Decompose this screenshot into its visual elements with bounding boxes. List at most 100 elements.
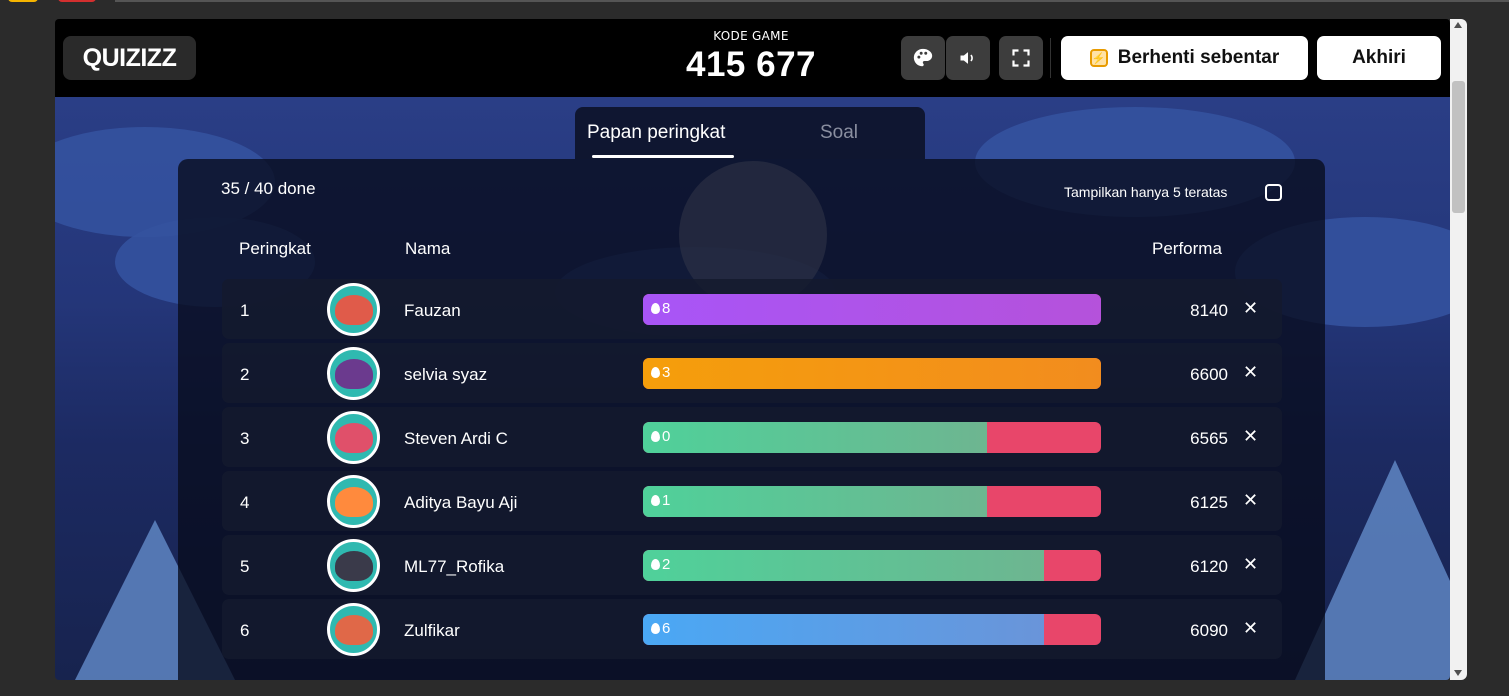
player-avatar bbox=[327, 475, 380, 528]
top-bar: QUIZIZZ KODE GAME 415 677 ⚡ Berhenti seb… bbox=[55, 19, 1450, 97]
streak-label: 8 bbox=[651, 300, 670, 317]
player-score: 6120 bbox=[1190, 557, 1228, 576]
player-avatar bbox=[327, 539, 380, 592]
performance-bar-fill bbox=[643, 358, 1101, 389]
top5-checkbox[interactable] bbox=[1265, 184, 1282, 201]
browser-chrome-strip bbox=[0, 0, 1509, 18]
player-rank: 6 bbox=[240, 621, 250, 640]
fullscreen-icon bbox=[1012, 49, 1030, 67]
active-tab-indicator bbox=[592, 155, 734, 158]
streak-label: 6 bbox=[651, 620, 670, 637]
leaderboard-panel: 35 / 40 done Tampilkan hanya 5 teratas P… bbox=[178, 159, 1325, 680]
close-icon[interactable]: ✕ bbox=[1243, 618, 1258, 639]
flame-icon bbox=[651, 623, 660, 634]
streak-label: 2 bbox=[651, 556, 670, 573]
player-name: Fauzan bbox=[404, 301, 461, 320]
player-score: 6090 bbox=[1190, 621, 1228, 640]
performance-bar: 1 bbox=[643, 486, 1101, 517]
player-name: Steven Ardi C bbox=[404, 429, 508, 448]
player-name: Zulfikar bbox=[404, 621, 460, 640]
avatar-face bbox=[334, 422, 373, 453]
sound-button[interactable] bbox=[946, 36, 990, 80]
tab-bar: Papan peringkat Soal bbox=[575, 107, 925, 159]
player-score: 6600 bbox=[1190, 365, 1228, 384]
player-rank: 1 bbox=[240, 301, 250, 320]
player-name: selvia syaz bbox=[404, 365, 488, 384]
performance-bar-fill bbox=[643, 486, 987, 517]
performance-bar: 2 bbox=[643, 550, 1101, 581]
player-avatar bbox=[327, 347, 380, 400]
streak-count: 8 bbox=[662, 300, 671, 317]
tab-questions[interactable]: Soal bbox=[820, 122, 858, 144]
close-icon[interactable]: ✕ bbox=[1243, 298, 1258, 319]
player-avatar bbox=[327, 411, 380, 464]
avatar-face bbox=[334, 486, 373, 517]
performance-bar: 3 bbox=[643, 358, 1101, 389]
pause-icon: ⚡ bbox=[1089, 49, 1108, 67]
scroll-thumb[interactable] bbox=[1452, 81, 1465, 213]
streak-count: 1 bbox=[662, 492, 671, 509]
performance-bar: 8 bbox=[643, 294, 1101, 325]
page-scrollbar[interactable] bbox=[1450, 19, 1467, 680]
close-icon[interactable]: ✕ bbox=[1243, 554, 1258, 575]
close-icon[interactable]: ✕ bbox=[1243, 426, 1258, 447]
streak-count: 6 bbox=[662, 620, 671, 637]
leaderboard-row[interactable]: 5 ML77_Rofika 2 6120 ✕ bbox=[222, 535, 1282, 595]
avatar-face bbox=[334, 294, 373, 325]
scroll-up-arrow[interactable] bbox=[1454, 22, 1462, 28]
flame-icon bbox=[651, 495, 660, 506]
pause-button[interactable]: ⚡ Berhenti sebentar bbox=[1061, 36, 1308, 80]
player-avatar bbox=[327, 283, 380, 336]
streak-count: 3 bbox=[662, 364, 671, 381]
flame-icon bbox=[651, 303, 660, 314]
performance-bar: 6 bbox=[643, 614, 1101, 645]
avatar-face bbox=[334, 358, 373, 389]
close-icon[interactable]: ✕ bbox=[1243, 362, 1258, 383]
fullscreen-button[interactable] bbox=[999, 36, 1043, 80]
flame-icon bbox=[651, 559, 660, 570]
leaderboard-row[interactable]: 2 selvia syaz 3 6600 ✕ bbox=[222, 343, 1282, 403]
streak-count: 0 bbox=[662, 428, 671, 445]
avatar-face bbox=[334, 550, 373, 581]
quizizz-logo[interactable]: QUIZIZZ bbox=[63, 36, 196, 80]
leaderboard-row[interactable]: 3 Steven Ardi C 0 6565 ✕ bbox=[222, 407, 1282, 467]
player-rank: 2 bbox=[240, 365, 250, 384]
player-name: ML77_Rofika bbox=[404, 557, 505, 576]
streak-count: 2 bbox=[662, 556, 671, 573]
player-rank: 5 bbox=[240, 557, 250, 576]
browser-tab-indicator-2 bbox=[58, 0, 96, 2]
performance-bar-fill bbox=[643, 294, 1101, 325]
player-score: 6565 bbox=[1190, 429, 1228, 448]
pause-label: Berhenti sebentar bbox=[1117, 47, 1280, 68]
leaderboard-row[interactable]: 1 Fauzan 8 8140 ✕ bbox=[222, 279, 1282, 339]
leaderboard-row[interactable]: 6 Zulfikar 6 6090 ✕ bbox=[222, 599, 1282, 659]
flame-icon bbox=[651, 431, 660, 442]
quizizz-app: QUIZIZZ KODE GAME 415 677 ⚡ Berhenti seb… bbox=[55, 19, 1450, 680]
theme-button[interactable] bbox=[901, 36, 945, 80]
player-rank: 3 bbox=[240, 429, 250, 448]
performance-bar-fill bbox=[643, 550, 1044, 581]
header-divider bbox=[1050, 38, 1051, 78]
game-code-label: KODE GAME bbox=[713, 29, 789, 43]
volume-icon bbox=[960, 52, 973, 64]
player-avatar bbox=[327, 603, 380, 656]
performance-bar: 0 bbox=[643, 422, 1101, 453]
player-score: 6125 bbox=[1190, 493, 1228, 512]
column-header-rank: Peringkat bbox=[239, 239, 311, 258]
player-score: 8140 bbox=[1190, 301, 1228, 320]
tab-leaderboard[interactable]: Papan peringkat bbox=[587, 122, 725, 144]
scroll-down-arrow[interactable] bbox=[1454, 670, 1462, 676]
top5-label: Tampilkan hanya 5 teratas bbox=[1064, 184, 1228, 200]
streak-label: 1 bbox=[651, 492, 670, 509]
player-name: Aditya Bayu Aji bbox=[404, 493, 518, 512]
player-rank: 4 bbox=[240, 493, 250, 512]
avatar-face bbox=[334, 614, 373, 645]
palette-icon bbox=[913, 48, 933, 67]
end-game-button[interactable]: Akhiri bbox=[1317, 36, 1441, 80]
streak-label: 3 bbox=[651, 364, 670, 381]
close-icon[interactable]: ✕ bbox=[1243, 490, 1258, 511]
column-header-performance: Performa bbox=[1152, 239, 1222, 258]
column-header-name: Nama bbox=[405, 239, 451, 258]
leaderboard-row[interactable]: 4 Aditya Bayu Aji 1 6125 ✕ bbox=[222, 471, 1282, 531]
flame-icon bbox=[651, 367, 660, 378]
